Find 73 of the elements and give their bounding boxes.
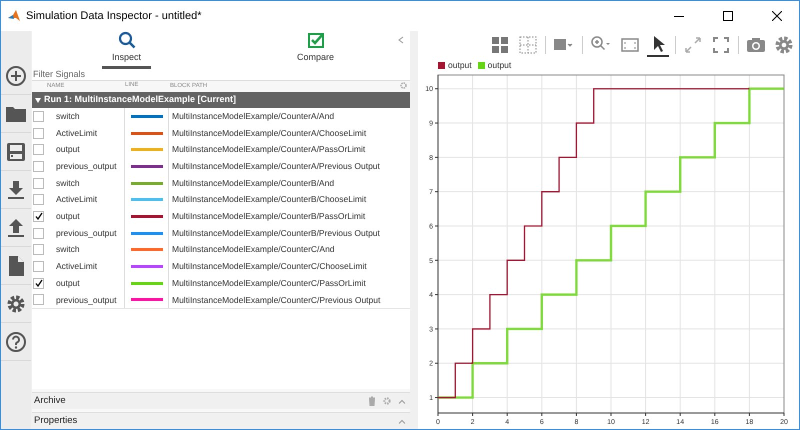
- camera-icon: [746, 35, 766, 55]
- expand-icon: [683, 35, 703, 55]
- signal-name: output: [55, 143, 81, 156]
- block-path: MultiInstanceModelExample/CounterB/And: [171, 176, 334, 190]
- signal-name: ActiveLimit: [55, 260, 98, 273]
- checkbox-icon: [306, 31, 324, 50]
- caret-icon: [35, 98, 41, 102]
- signal-name: output: [55, 276, 81, 290]
- block-path: MultiInstanceModelExample/CounterA/PassOrLimit: [171, 143, 366, 156]
- block-path: MultiInstanceModelExample/CounterC/ChooseLimit: [171, 260, 367, 273]
- signal-name: previous_output: [55, 294, 118, 306]
- block-path: MultiInstanceModelExample/CounterA/Previous Output: [171, 160, 380, 173]
- checkbox[interactable]: [33, 294, 44, 306]
- chevron-up-icon[interactable]: [398, 398, 406, 404]
- block-path: MultiInstanceModelExample/CounterA/ChooseLimit: [171, 126, 366, 140]
- run-row[interactable]: Run 1: MultiInstanceModelExample [Current]: [32, 92, 410, 108]
- section-header[interactable]: Archive: [34, 394, 66, 408]
- signal-name: ActiveLimit: [55, 193, 98, 206]
- fullscreen-icon: [711, 35, 731, 55]
- signal-name: ActiveLimit: [55, 126, 98, 140]
- block-path: MultiInstanceModelExample/CounterB/PassOrLimit: [171, 210, 366, 223]
- checkbox[interactable]: [33, 278, 44, 289]
- block-path: MultiInstanceModelExample/CounterC/And: [171, 243, 335, 256]
- checkbox[interactable]: [33, 128, 44, 139]
- legend-label: output: [448, 58, 472, 72]
- checkbox[interactable]: [33, 160, 44, 172]
- settings-icon: [774, 35, 794, 55]
- search-icon: [118, 31, 136, 50]
- pointer-button[interactable]: [647, 33, 669, 57]
- upload-icon: [5, 216, 27, 238]
- settings-button[interactable]: [773, 34, 795, 56]
- tab[interactable]: Compare: [221, 31, 410, 69]
- download-icon: [5, 178, 27, 200]
- filter-field[interactable]: Filter Signals: [32, 69, 410, 81]
- signal-name: previous_output: [55, 160, 118, 173]
- checkbox[interactable]: [33, 210, 44, 222]
- checkbox[interactable]: [33, 228, 44, 239]
- chevron-up-icon[interactable]: [398, 418, 406, 424]
- window-title: Simulation Data Inspector - untitled*: [26, 8, 202, 24]
- block-path: MultiInstanceModelExample/CounterB/ChooseLimit: [171, 193, 366, 206]
- add-icon: [5, 64, 27, 86]
- grid-button[interactable]: [517, 34, 539, 56]
- legend-label: output: [488, 58, 512, 72]
- block-path: MultiInstanceModelExample/CounterA/And: [171, 110, 334, 123]
- block-path: MultiInstanceModelExample/CounterC/PassOrLimit: [171, 276, 366, 290]
- checkbox[interactable]: [33, 194, 44, 206]
- settings-icon[interactable]: [383, 397, 391, 405]
- checkbox[interactable]: [33, 244, 44, 256]
- app-logo-icon: [7, 9, 21, 23]
- help-icon: [5, 330, 27, 352]
- signal-name: switch: [55, 243, 81, 256]
- checkbox[interactable]: [33, 110, 44, 122]
- checkbox[interactable]: [33, 261, 44, 272]
- signal-name: switch: [55, 110, 81, 123]
- block-path: MultiInstanceModelExample/CounterB/Previous Output: [171, 226, 380, 240]
- collapse-icon[interactable]: [398, 36, 404, 44]
- settings-icon[interactable]: [400, 82, 407, 89]
- signal-name: switch: [55, 176, 81, 190]
- checkbox[interactable]: [33, 178, 44, 189]
- signal-name: output: [55, 210, 81, 223]
- grid-icon: [518, 35, 538, 55]
- layout-icon: [490, 35, 510, 55]
- checkbox[interactable]: [33, 144, 44, 156]
- maximize-icon: [723, 11, 733, 21]
- layout-button[interactable]: [489, 34, 511, 56]
- fullscreen-button[interactable]: [710, 34, 732, 56]
- trash-icon[interactable]: [368, 396, 376, 406]
- section-header[interactable]: Properties: [34, 414, 78, 428]
- block-path: MultiInstanceModelExample/CounterC/Previous Output: [171, 294, 380, 306]
- settings-icon: [5, 292, 27, 314]
- signal-name: previous_output: [55, 226, 118, 240]
- save-icon: [5, 140, 27, 162]
- close-icon: [772, 11, 782, 21]
